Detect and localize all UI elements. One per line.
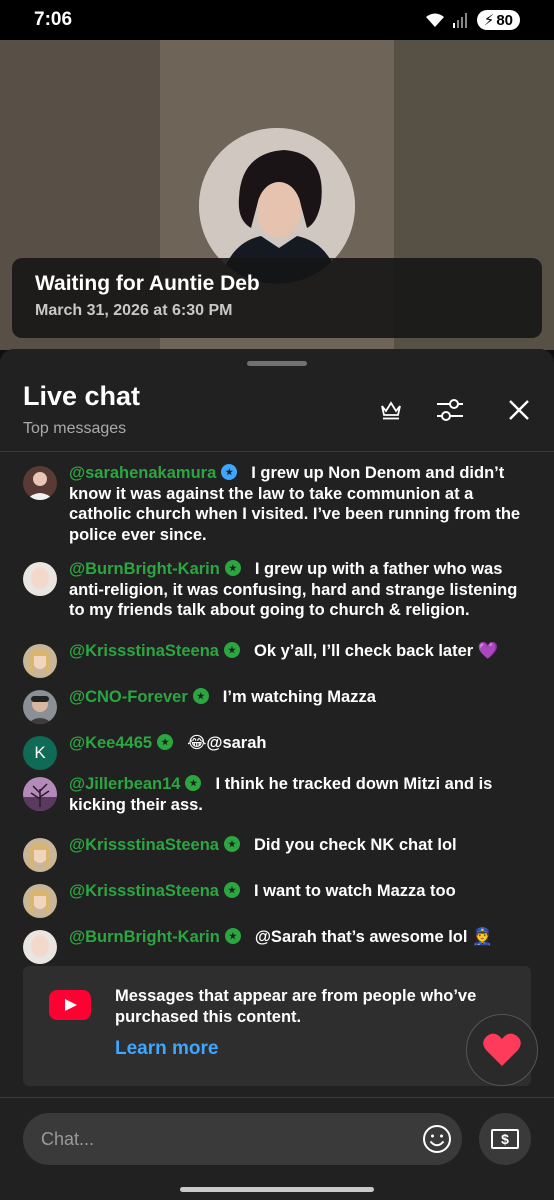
message-text: I want to watch Mazza too	[253, 882, 456, 900]
chat-input-field[interactable]	[23, 1113, 462, 1165]
message-author[interactable]: @KrissstinaSteena	[69, 642, 219, 660]
learn-more-link[interactable]: Learn more	[115, 1038, 218, 1060]
member-badge-icon	[224, 560, 241, 576]
message-author[interactable]: @Kee4465	[69, 734, 152, 752]
message-text: 😂@sarah	[187, 734, 267, 752]
message-author[interactable]: @KrissstinaSteena	[69, 836, 219, 854]
battery-level: 80	[496, 11, 513, 29]
live-chat-panel: Live chat Top messages @sarahenakamuraI	[0, 349, 554, 1200]
chat-message[interactable]: @BurnBright-Karin @Sarah that’s awesome l…	[0, 927, 554, 964]
super-chat-button[interactable]: $	[479, 1113, 531, 1165]
close-icon[interactable]	[502, 393, 536, 427]
status-bar: 7:06 ⚡ 80	[0, 0, 554, 40]
chat-message[interactable]: @KrissstinaSteena I want to watch Mazza t…	[0, 881, 554, 918]
dollar-icon: $	[491, 1129, 519, 1149]
drag-handle[interactable]	[247, 361, 307, 366]
chat-message[interactable]: @CNO-Forever I’m watching Mazza	[0, 687, 554, 724]
message-author[interactable]: @KrissstinaSteena	[69, 882, 219, 900]
message-author[interactable]: @Jillerbean14	[69, 775, 180, 793]
stream-title: Waiting for Auntie Deb	[35, 272, 260, 295]
member-badge-icon	[185, 775, 202, 791]
notice-text: Messages that appear are from people who…	[115, 987, 477, 1026]
waiting-card: Waiting for Auntie Deb March 31, 2026 at…	[12, 258, 542, 338]
avatar[interactable]	[23, 690, 57, 724]
purchase-notice: Messages that appear are from people who…	[23, 966, 531, 1086]
member-badge-icon	[223, 642, 240, 658]
avatar[interactable]	[23, 930, 57, 964]
message-text: I’m watching Mazza	[222, 688, 376, 706]
avatar[interactable]	[23, 777, 57, 811]
reaction-heart-button[interactable]	[466, 1014, 538, 1086]
chat-message[interactable]: @Jillerbean14 I think he tracked down Mit…	[0, 774, 554, 815]
chat-message[interactable]: @BurnBright-Karin I grew up with a father…	[0, 559, 554, 621]
chat-message[interactable]: @KrissstinaSteena Ok y’all, I’ll check ba…	[0, 641, 554, 678]
message-author[interactable]: @BurnBright-Karin	[69, 560, 220, 578]
system-nav-bar[interactable]	[180, 1187, 374, 1192]
message-text: @Sarah that’s awesome lol 👮	[254, 928, 493, 946]
avatar[interactable]: K	[23, 736, 57, 770]
avatar[interactable]	[23, 466, 57, 500]
message-text: Ok y’all, I’ll check back later 💜	[253, 642, 499, 660]
chat-filter-label[interactable]: Top messages	[23, 420, 126, 438]
member-badge-icon	[223, 882, 240, 898]
avatar[interactable]	[23, 644, 57, 678]
member-badge-icon	[192, 688, 209, 704]
member-badge-icon	[223, 836, 240, 852]
avatar[interactable]	[23, 562, 57, 596]
status-icons: ⚡ 80	[425, 10, 520, 30]
input-divider	[0, 1097, 554, 1098]
signal-icon	[452, 13, 467, 28]
emoji-icon[interactable]	[422, 1124, 452, 1154]
chat-message[interactable]: @KrissstinaSteena Did you check NK chat l…	[0, 835, 554, 872]
battery-indicator: ⚡ 80	[476, 10, 520, 30]
chat-message[interactable]: K @Kee4465 😂@sarah	[0, 733, 554, 770]
filter-settings-icon[interactable]	[433, 393, 467, 427]
member-badge-icon	[224, 928, 241, 944]
leaf-icon: ⚡	[483, 12, 495, 29]
member-badge-icon	[157, 734, 174, 750]
chat-input[interactable]	[41, 1113, 411, 1165]
svg-text:$: $	[501, 1131, 509, 1147]
wifi-icon	[425, 13, 444, 27]
avatar[interactable]	[23, 838, 57, 872]
member-badge-icon	[221, 464, 238, 480]
header-divider	[0, 451, 554, 452]
crown-icon[interactable]	[374, 393, 408, 427]
chat-header: Live chat Top messages	[0, 377, 554, 451]
stream-schedule: March 31, 2026 at 6:30 PM	[35, 302, 233, 319]
avatar[interactable]	[23, 884, 57, 918]
avatar-letter: K	[34, 742, 46, 762]
status-time: 7:06	[34, 9, 73, 30]
video-player[interactable]: Waiting for Auntie Deb March 31, 2026 at…	[0, 40, 554, 350]
message-author[interactable]: @sarahenakamura	[69, 464, 216, 482]
message-author[interactable]: @CNO-Forever	[69, 688, 188, 706]
chat-title: Live chat	[23, 381, 141, 411]
message-text: Did you check NK chat lol	[253, 836, 457, 854]
message-author[interactable]: @BurnBright-Karin	[69, 928, 220, 946]
chat-message[interactable]: @sarahenakamura I grew up Non Denom and d…	[0, 463, 554, 545]
youtube-logo-icon	[49, 990, 91, 1020]
heart-icon	[483, 1033, 521, 1066]
